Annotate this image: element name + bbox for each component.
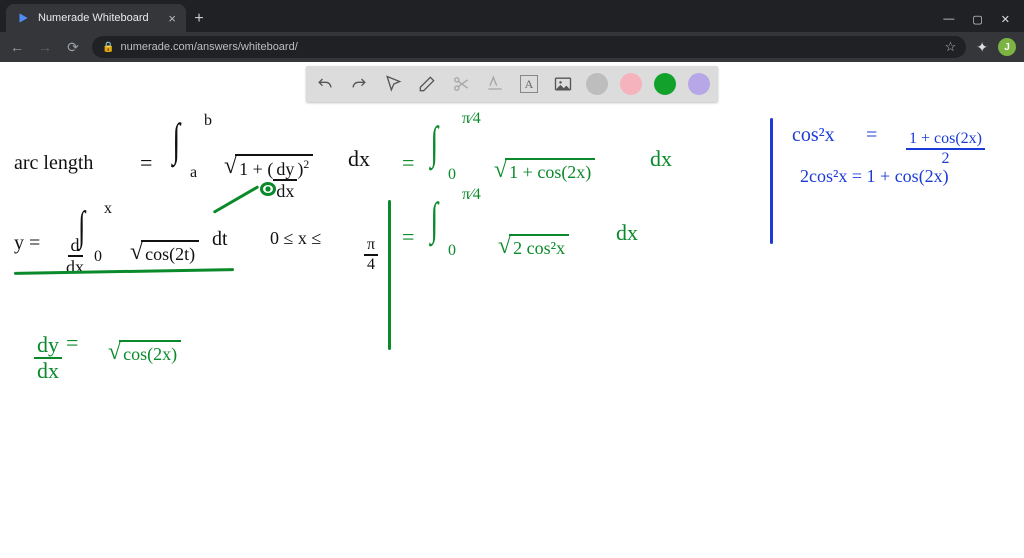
- integral-2-icon: ∫: [431, 120, 439, 166]
- plus-icon: +: [194, 10, 203, 28]
- sq-1: 2: [303, 158, 309, 171]
- one-plus-1: 1 +: [239, 159, 263, 179]
- integral-2-upper: π⁄4: [462, 110, 481, 128]
- integral-1-lower: a: [190, 164, 197, 182]
- window-controls: — ▢ ✕: [943, 13, 1024, 32]
- new-tab-button[interactable]: +: [186, 6, 212, 32]
- integral-3-lower: 0: [448, 242, 456, 260]
- back-button[interactable]: ←: [8, 39, 26, 55]
- undo-button[interactable]: [314, 73, 336, 95]
- cos2x-2: cos(2x): [119, 340, 181, 365]
- url-text: numerade.com/answers/whiteboard/: [120, 41, 297, 53]
- range-pi4: π4: [348, 218, 378, 291]
- dy-2: dy: [34, 334, 62, 359]
- dy-dx-lhs: dydx: [18, 316, 62, 400]
- eraser-button[interactable]: [416, 73, 438, 95]
- ident-rhs-den: 2: [942, 150, 950, 167]
- integral-4-lower: 0: [94, 248, 102, 266]
- smudge-icon: [485, 74, 505, 94]
- whiteboard-canvas[interactable]: A arc length = ∫ b a √1 + (dydx)2 dx = ∫…: [0, 62, 1024, 558]
- equals-4: =: [66, 330, 78, 356]
- browser-tab[interactable]: Numerade Whiteboard ×: [6, 4, 186, 32]
- range-label: 0 ≤ x ≤: [270, 228, 321, 249]
- color-green[interactable]: [654, 73, 676, 95]
- integral-3-icon: ∫: [431, 196, 439, 242]
- ident-2: 2cos²x = 1 + cos(2x): [800, 166, 949, 187]
- dy-1: dy: [273, 160, 297, 181]
- one-plus-cos2x: 1 + cos(2x): [505, 158, 595, 183]
- ident-rhs-num: 1 + cos(2x): [906, 131, 985, 150]
- profile-avatar[interactable]: J: [998, 38, 1016, 56]
- tab-title: Numerade Whiteboard: [38, 12, 149, 24]
- ident-lhs: cos²x: [792, 124, 835, 147]
- whiteboard-toolbar: A: [306, 66, 718, 102]
- dt: dt: [212, 228, 228, 251]
- sqrt-2: √1 + cos(2x): [478, 140, 595, 201]
- url-input[interactable]: 🔒 numerade.com/answers/whiteboard/ ☆: [92, 36, 966, 58]
- minimize-button[interactable]: —: [943, 13, 954, 26]
- reload-button[interactable]: ⟳: [64, 39, 82, 56]
- scissors-icon: [451, 74, 471, 94]
- color-purple[interactable]: [688, 73, 710, 95]
- bookmark-star-icon[interactable]: ☆: [945, 39, 957, 55]
- favicon-icon: [16, 11, 30, 25]
- dx-den-1: dx: [276, 181, 294, 200]
- dx-3: dx: [616, 220, 638, 246]
- cos2t: cos(2t): [141, 240, 199, 265]
- integral-4-icon: ∫: [78, 206, 85, 248]
- y-equals: y =: [14, 232, 40, 255]
- undo-icon: [315, 74, 335, 94]
- integral-1-upper: b: [204, 112, 212, 130]
- sqrt-5: √cos(2x): [92, 322, 181, 383]
- text-button[interactable]: A: [518, 73, 540, 95]
- equals-3: =: [402, 224, 414, 250]
- scribble-mark: [260, 182, 276, 196]
- dx-1: dx: [348, 146, 370, 172]
- window-close-button[interactable]: ✕: [1001, 13, 1010, 26]
- divider-2: [770, 118, 773, 244]
- tab-close-icon[interactable]: ×: [168, 11, 176, 26]
- forward-button: →: [36, 39, 54, 55]
- avatar-initial: J: [1004, 42, 1010, 53]
- redo-icon: [349, 74, 369, 94]
- equals-5: =: [866, 124, 877, 147]
- equals-1: =: [140, 150, 152, 176]
- color-gray[interactable]: [586, 73, 608, 95]
- smudge-button: [484, 73, 506, 95]
- divider-1: [388, 200, 391, 350]
- browser-tab-strip: Numerade Whiteboard × + — ▢ ✕: [0, 0, 1024, 32]
- color-pink[interactable]: [620, 73, 642, 95]
- browser-address-bar: ← → ⟳ 🔒 numerade.com/answers/whiteboard/…: [0, 32, 1024, 62]
- scissors-button: [450, 73, 472, 95]
- pointer-button[interactable]: [382, 73, 404, 95]
- pointer-icon: [383, 74, 403, 94]
- integral-3-upper: π⁄4: [462, 186, 481, 204]
- integral-2-lower: 0: [448, 166, 456, 184]
- equals-2: =: [402, 150, 414, 176]
- redo-button[interactable]: [348, 73, 370, 95]
- integral-1-icon: ∫: [173, 117, 181, 163]
- image-button[interactable]: [552, 73, 574, 95]
- dx-den-2: dx: [37, 359, 59, 382]
- image-icon: [553, 74, 573, 94]
- dx-2: dx: [650, 146, 672, 172]
- eraser-icon: [417, 74, 437, 94]
- integral-4-upper: x: [104, 200, 112, 218]
- sqrt-4: √cos(2t): [114, 222, 199, 283]
- two-cos2x: 2 cos²x: [509, 234, 569, 259]
- sqrt-3: √2 cos²x: [482, 216, 569, 277]
- extensions-icon[interactable]: ✦: [976, 39, 988, 56]
- label-arclength: arc length: [14, 152, 93, 175]
- lock-icon: 🔒: [102, 42, 114, 53]
- maximize-button[interactable]: ▢: [972, 13, 982, 26]
- text-icon: A: [520, 75, 538, 93]
